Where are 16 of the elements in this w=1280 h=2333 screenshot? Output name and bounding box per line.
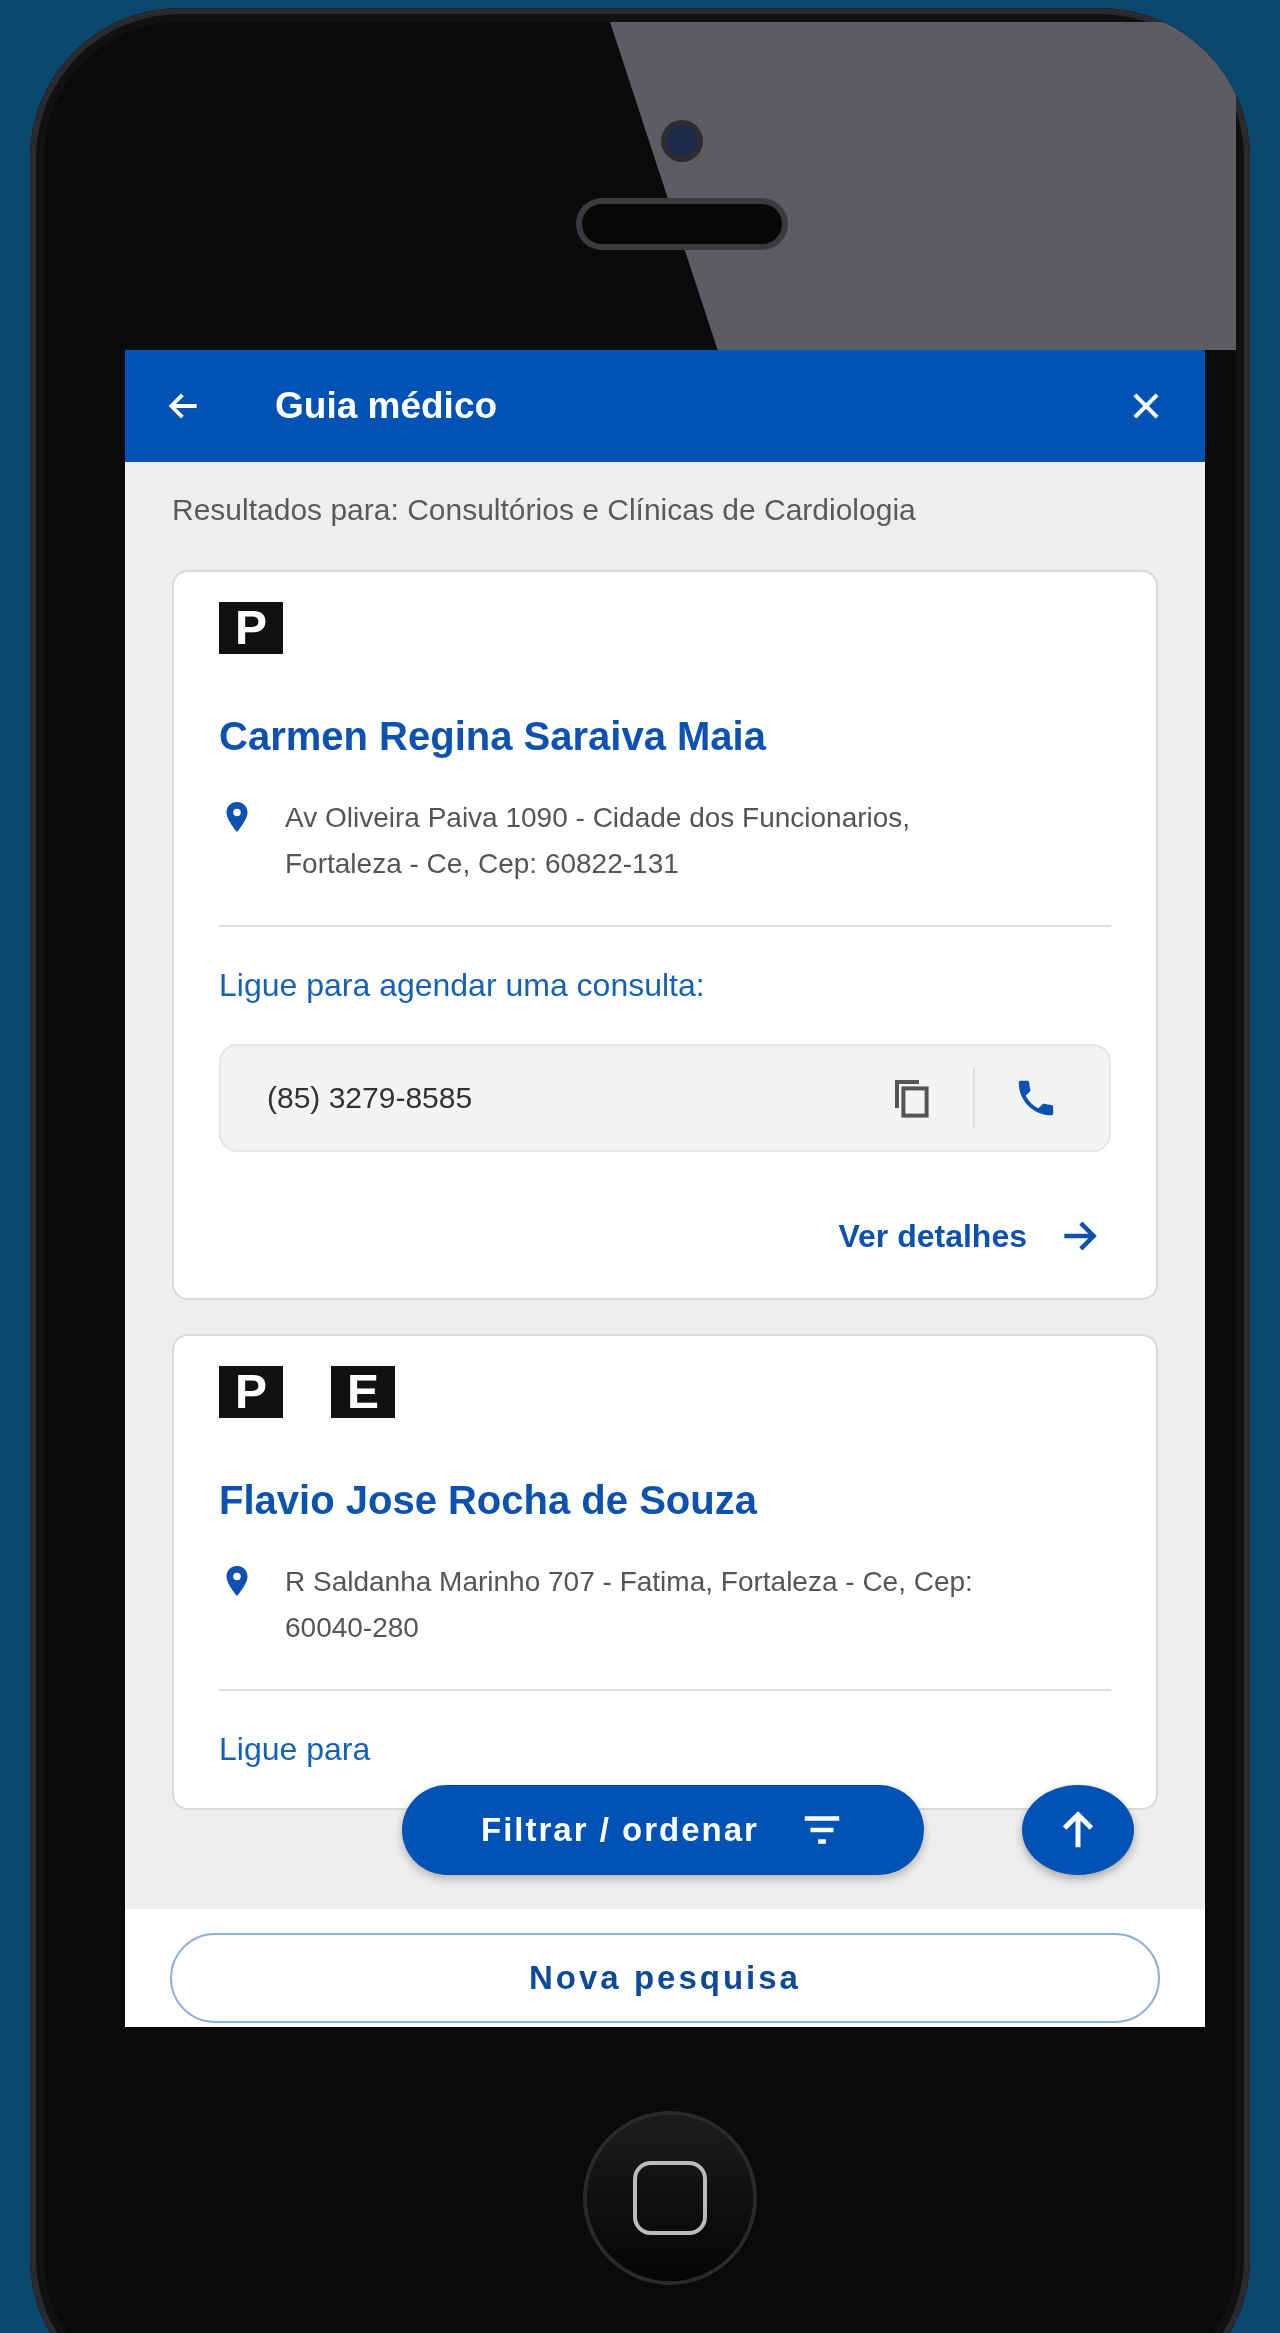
phone-number: (85) 3279-8585 — [267, 1081, 474, 1115]
new-search-button[interactable]: Nova pesquisa — [170, 1933, 1160, 2023]
call-label: Ligue para — [219, 1731, 372, 1768]
provider-name[interactable]: Flavio Jose Rocha de Souza — [219, 1478, 1111, 1523]
results-text: Resultados para: Consultórios e Clínicas de Cardiologia — [172, 492, 917, 528]
details-link[interactable]: Ver detalhes — [838, 1217, 1027, 1255]
badge-letter: E — [331, 1366, 395, 1418]
scroll-top-button[interactable] — [1022, 1785, 1134, 1875]
call-label: Ligue para agendar uma consulta: — [219, 967, 706, 1004]
screen-title: Guia médico — [275, 385, 499, 427]
provider-name[interactable]: Carmen Regina Saraiva Maia — [219, 714, 1111, 759]
address-text: R Saldanha Marinho 707 - Fatima, Fortaleza - Ce, Cep: 60040-280 — [285, 1565, 974, 1645]
address-text: Av Oliveira Paiva 1090 - Cidade dos Funcionarios, Fortaleza - Ce, Cep: 60822-131 — [285, 801, 912, 881]
badge-letter: P — [219, 1366, 283, 1418]
filter-sort-button[interactable]: Filtrar / ordenar — [402, 1785, 924, 1875]
badge-letter: P — [219, 602, 283, 654]
